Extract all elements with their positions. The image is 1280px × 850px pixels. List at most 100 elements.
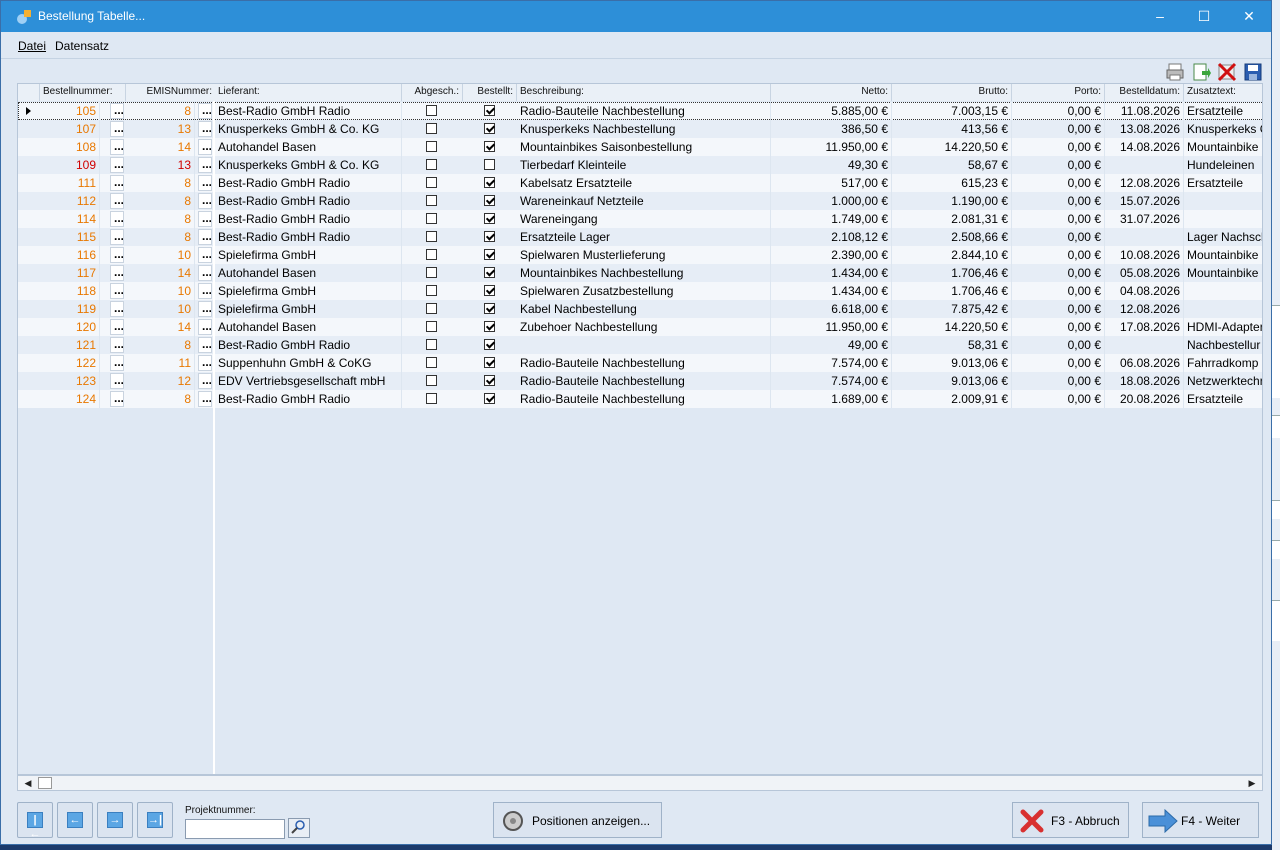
column-header[interactable]: Brutto: — [892, 84, 1012, 101]
order-number-cell[interactable]: 109 — [40, 156, 100, 174]
emis-lookup-button[interactable]: ... — [198, 355, 212, 371]
abgeschlossen-checkbox[interactable] — [426, 213, 437, 224]
order-lookup-button[interactable]: ... — [110, 139, 124, 155]
emis-number-cell[interactable]: 8 — [126, 228, 195, 246]
additional-text-cell[interactable]: Fahrradkomp — [1184, 354, 1262, 372]
emis-number-cell[interactable]: 13 — [126, 156, 195, 174]
net-amount-cell[interactable]: 386,50 € — [771, 120, 892, 138]
previous-record-button[interactable]: ← — [57, 802, 93, 838]
emis-number-cell[interactable]: 14 — [126, 138, 195, 156]
order-date-cell[interactable]: 04.08.2026 — [1105, 282, 1184, 300]
supplier-cell[interactable]: Knusperkeks GmbH & Co. KG — [215, 120, 402, 138]
emis-lookup-button[interactable]: ... — [198, 247, 212, 263]
description-cell[interactable]: Wareneinkauf Netzteile — [517, 192, 771, 210]
description-cell[interactable]: Ersatzteile Lager — [517, 228, 771, 246]
description-cell[interactable]: Radio-Bauteile Nachbestellung — [517, 102, 771, 120]
bestellt-checkbox[interactable] — [484, 375, 495, 386]
order-lookup-button[interactable]: ... — [110, 391, 124, 407]
last-record-button[interactable]: →| — [137, 802, 173, 838]
table-row[interactable]: 117... 14... Autohandel Basen Mountainbikes… — [18, 264, 1262, 282]
abgeschlossen-checkbox[interactable] — [426, 141, 437, 152]
gross-amount-cell[interactable]: 2.081,31 € — [892, 210, 1012, 228]
postage-cell[interactable]: 0,00 € — [1012, 228, 1105, 246]
bestellt-checkbox[interactable] — [484, 123, 495, 134]
row-selector[interactable] — [18, 210, 37, 228]
order-date-cell[interactable]: 17.08.2026 — [1105, 318, 1184, 336]
table-row[interactable]: 118... 10... Spielefirma GmbH Spielwaren Zu… — [18, 282, 1262, 300]
table-row[interactable]: 123... 12... EDV Vertriebsgesellschaft mbH… — [18, 372, 1262, 390]
emis-number-cell[interactable]: 8 — [126, 390, 195, 408]
order-lookup-button[interactable]: ... — [110, 175, 124, 191]
description-cell[interactable]: Wareneingang — [517, 210, 771, 228]
table-row[interactable]: 108... 14... Autohandel Basen Mountainbikes… — [18, 138, 1262, 156]
column-header[interactable]: Bestellt: — [463, 84, 517, 101]
description-cell[interactable]: Tierbedarf Kleinteile — [517, 156, 771, 174]
order-date-cell[interactable] — [1105, 336, 1184, 354]
row-selector[interactable] — [18, 372, 37, 390]
order-date-cell[interactable]: 14.08.2026 — [1105, 138, 1184, 156]
scroll-left-button[interactable]: ◀ — [21, 777, 35, 789]
abgeschlossen-checkbox[interactable] — [426, 267, 437, 278]
order-number-cell[interactable]: 119 — [40, 300, 100, 318]
supplier-cell[interactable]: Spielefirma GmbH — [215, 282, 402, 300]
abgeschlossen-checkbox[interactable] — [426, 339, 437, 350]
gross-amount-cell[interactable]: 7.875,42 € — [892, 300, 1012, 318]
additional-text-cell[interactable]: Knusperkeks C — [1184, 120, 1262, 138]
emis-number-cell[interactable]: 13 — [126, 120, 195, 138]
gross-amount-cell[interactable]: 14.220,50 € — [892, 138, 1012, 156]
order-lookup-button[interactable]: ... — [110, 319, 124, 335]
table-row[interactable]: 120... 14... Autohandel Basen Zubehoer Nach… — [18, 318, 1262, 336]
column-header[interactable]: Porto: — [1012, 84, 1105, 101]
order-number-cell[interactable]: 116 — [40, 246, 100, 264]
supplier-cell[interactable]: Knusperkeks GmbH & Co. KG — [215, 156, 402, 174]
save-icon[interactable] — [1243, 62, 1263, 82]
emis-lookup-button[interactable]: ... — [198, 283, 212, 299]
order-number-cell[interactable]: 114 — [40, 210, 100, 228]
order-date-cell[interactable]: 20.08.2026 — [1105, 390, 1184, 408]
bestellt-checkbox[interactable] — [484, 195, 495, 206]
order-date-cell[interactable] — [1105, 156, 1184, 174]
order-lookup-button[interactable]: ... — [110, 211, 124, 227]
description-cell[interactable]: Kabel Nachbestellung — [517, 300, 771, 318]
table-row[interactable]: 115... 8... Best-Radio GmbH Radio Ersatztei… — [18, 228, 1262, 246]
emis-lookup-button[interactable]: ... — [198, 103, 212, 119]
bestellt-checkbox[interactable] — [484, 159, 495, 170]
bestellt-checkbox[interactable] — [484, 321, 495, 332]
emis-number-cell[interactable]: 8 — [126, 102, 195, 120]
order-number-cell[interactable]: 121 — [40, 336, 100, 354]
abgeschlossen-checkbox[interactable] — [426, 285, 437, 296]
postage-cell[interactable]: 0,00 € — [1012, 354, 1105, 372]
order-number-cell[interactable]: 107 — [40, 120, 100, 138]
abgeschlossen-checkbox[interactable] — [426, 249, 437, 260]
supplier-cell[interactable]: EDV Vertriebsgesellschaft mbH — [215, 372, 402, 390]
gross-amount-cell[interactable]: 9.013,06 € — [892, 372, 1012, 390]
gross-amount-cell[interactable]: 9.013,06 € — [892, 354, 1012, 372]
additional-text-cell[interactable]: Ersatzteile — [1184, 174, 1262, 192]
additional-text-cell[interactable]: Ersatzteile — [1184, 390, 1262, 408]
description-cell[interactable]: Zubehoer Nachbestellung — [517, 318, 771, 336]
order-date-cell[interactable]: 18.08.2026 — [1105, 372, 1184, 390]
additional-text-cell[interactable] — [1184, 282, 1262, 300]
additional-text-cell[interactable]: Ersatzteile — [1184, 102, 1262, 120]
postage-cell[interactable]: 0,00 € — [1012, 156, 1105, 174]
supplier-cell[interactable]: Best-Radio GmbH Radio — [215, 390, 402, 408]
column-header[interactable]: Netto: — [771, 84, 892, 101]
bestellt-checkbox[interactable] — [484, 357, 495, 368]
order-number-cell[interactable]: 124 — [40, 390, 100, 408]
menu-datei[interactable]: Datei — [18, 39, 46, 53]
net-amount-cell[interactable]: 1.434,00 € — [771, 264, 892, 282]
postage-cell[interactable]: 0,00 € — [1012, 300, 1105, 318]
row-selector[interactable] — [18, 390, 37, 408]
row-selector[interactable] — [18, 318, 37, 336]
row-selector[interactable] — [18, 102, 37, 120]
gross-amount-cell[interactable]: 1.706,46 € — [892, 282, 1012, 300]
net-amount-cell[interactable]: 1.689,00 € — [771, 390, 892, 408]
table-row[interactable]: 124... 8... Best-Radio GmbH Radio Radio-Bau… — [18, 390, 1262, 408]
description-cell[interactable]: Kabelsatz Ersatzteile — [517, 174, 771, 192]
print-icon[interactable] — [1165, 62, 1185, 82]
postage-cell[interactable]: 0,00 € — [1012, 318, 1105, 336]
gross-amount-cell[interactable]: 58,31 € — [892, 336, 1012, 354]
additional-text-cell[interactable]: HDMI-Adapter — [1184, 318, 1262, 336]
new-record-icon[interactable] — [1191, 62, 1211, 82]
additional-text-cell[interactable] — [1184, 300, 1262, 318]
